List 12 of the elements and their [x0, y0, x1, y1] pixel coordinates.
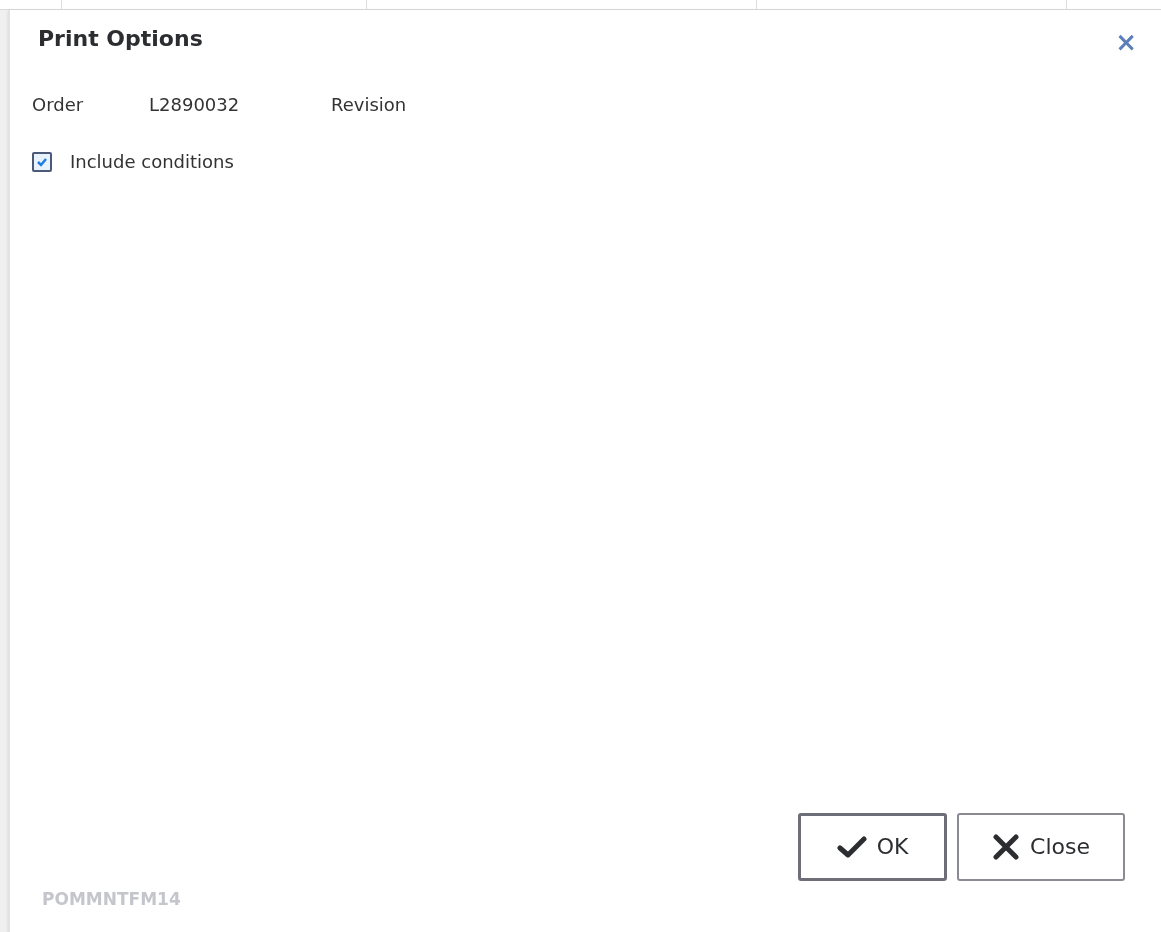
field-label: Order	[32, 93, 85, 117]
dialog-title: Print Options	[37, 25, 203, 53]
close-button[interactable]: ×	[1115, 28, 1137, 55]
field-value: L2890032	[149, 93, 241, 117]
checkbox-label: Include conditions	[70, 150, 234, 174]
close-icon	[992, 832, 1021, 861]
field-label: Revision	[331, 93, 408, 117]
ok-button[interactable]: OK	[798, 812, 947, 881]
checkbox[interactable]	[32, 151, 52, 172]
checkmark-icon	[836, 834, 867, 859]
form-id: POMMNTFM14	[41, 887, 182, 911]
close-button[interactable]: Close	[957, 812, 1125, 881]
